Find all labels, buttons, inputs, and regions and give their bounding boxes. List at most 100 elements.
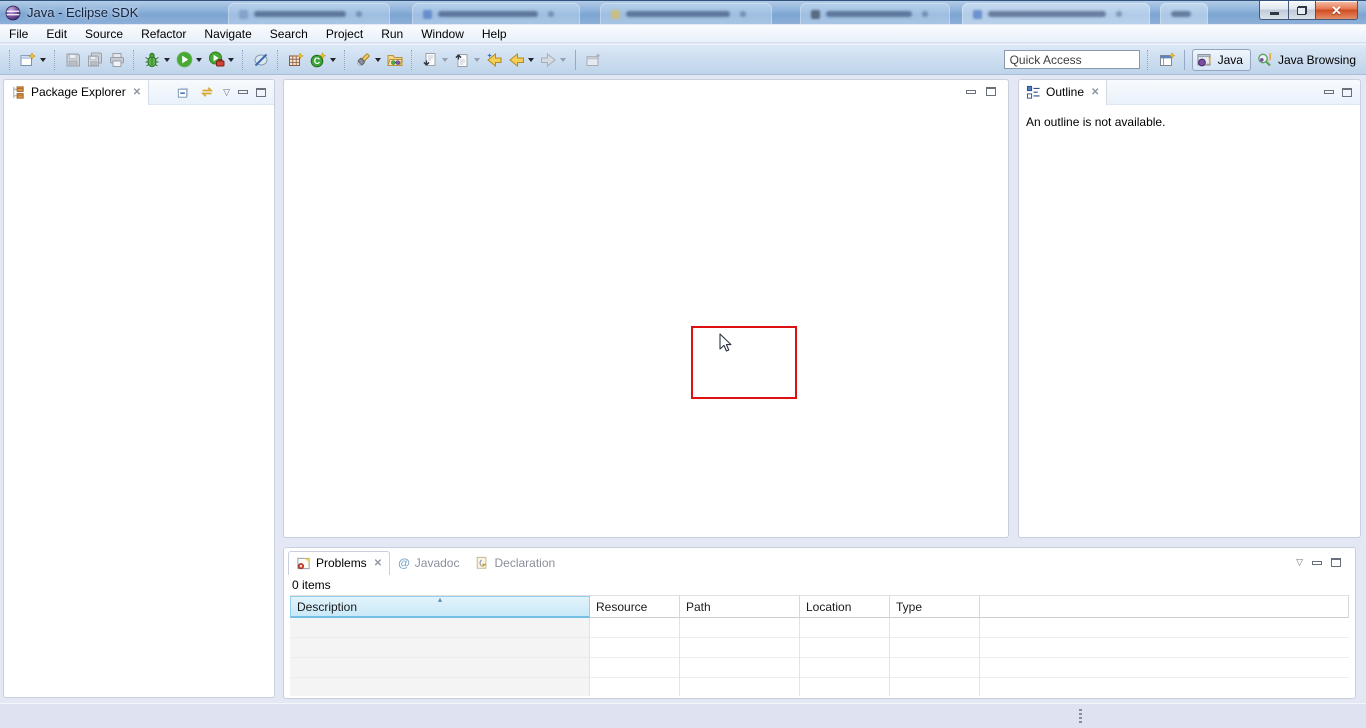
maximize-view-button[interactable] <box>256 88 266 97</box>
quick-access-input[interactable] <box>1004 50 1140 69</box>
forward-button[interactable] <box>537 49 559 71</box>
maximize-icon <box>256 88 266 97</box>
external-tools-button[interactable] <box>205 49 227 71</box>
collapse-all-button[interactable] <box>176 85 191 100</box>
previous-annotation-button[interactable] <box>451 49 473 71</box>
window-title: Java - Eclipse SDK <box>27 5 138 20</box>
perspective-java-button[interactable]: J Java <box>1192 49 1251 71</box>
next-annotation-dropdown[interactable] <box>442 58 448 62</box>
tab-problems[interactable]: Problems ✕ <box>288 551 390 575</box>
run-button[interactable] <box>173 49 195 71</box>
next-annotation-icon <box>422 52 438 68</box>
open-perspective-button[interactable] <box>1157 49 1179 71</box>
column-header-description[interactable]: ▴ Description <box>290 596 590 618</box>
next-annotation-button[interactable] <box>419 49 441 71</box>
menu-window[interactable]: Window <box>412 25 473 43</box>
external-tools-dropdown[interactable] <box>228 58 234 62</box>
restore-window-button[interactable] <box>1288 1 1316 20</box>
search-button[interactable] <box>352 49 374 71</box>
open-resource-button[interactable] <box>384 49 406 71</box>
close-window-button[interactable]: ✕ <box>1316 1 1358 20</box>
print-button[interactable] <box>106 49 128 71</box>
back-dropdown[interactable] <box>528 58 534 62</box>
close-problems-icon[interactable]: ✕ <box>374 558 382 569</box>
menu-navigate[interactable]: Navigate <box>195 25 260 43</box>
new-java-class-dropdown[interactable] <box>330 58 336 62</box>
pin-editor-button[interactable] <box>582 49 604 71</box>
toolbar-grip <box>9 50 12 70</box>
new-java-project-button[interactable] <box>285 49 307 71</box>
toolbar-grip <box>1147 50 1150 70</box>
tab-declaration[interactable]: Declaration <box>467 551 563 575</box>
minimize-icon <box>1312 561 1322 565</box>
search-dropdown[interactable] <box>375 58 381 62</box>
new-wizard-dropdown[interactable] <box>40 58 46 62</box>
red-outlined-rectangle <box>691 326 797 399</box>
package-explorer-toolbar: ▽ <box>176 85 274 100</box>
menu-edit[interactable]: Edit <box>37 25 76 43</box>
debug-icon <box>144 52 160 68</box>
minimize-icon <box>238 90 248 94</box>
debug-button[interactable] <box>141 49 163 71</box>
open-perspective-icon <box>1159 52 1176 68</box>
minimize-view-button[interactable] <box>238 90 248 94</box>
column-header-type[interactable]: Type <box>890 596 980 618</box>
package-explorer-body[interactable] <box>4 105 274 697</box>
menu-run[interactable]: Run <box>372 25 412 43</box>
editor-area[interactable] <box>283 79 1009 538</box>
tab-outline[interactable]: Outline ✕ <box>1019 80 1107 105</box>
problems-table-header: ▴ Description Resource Path Location Typ… <box>290 596 1349 618</box>
menu-project[interactable]: Project <box>317 25 372 43</box>
outline-tab-label: Outline <box>1046 85 1084 99</box>
problems-tab-label: Problems <box>316 556 367 570</box>
minimize-view-button[interactable] <box>1312 561 1322 565</box>
problems-empty-row[interactable] <box>290 678 1349 696</box>
link-with-editor-icon <box>199 85 215 99</box>
maximize-editor-button[interactable] <box>986 87 996 96</box>
column-header-path[interactable]: Path <box>680 596 800 618</box>
forward-dropdown[interactable] <box>560 58 566 62</box>
declaration-icon <box>475 556 489 570</box>
column-header-resource[interactable]: Resource <box>590 596 680 618</box>
minimize-icon <box>1324 90 1334 94</box>
menu-source[interactable]: Source <box>76 25 132 43</box>
close-outline-icon[interactable]: ✕ <box>1091 87 1099 98</box>
new-wizard-button[interactable] <box>17 49 39 71</box>
save-button[interactable] <box>62 49 84 71</box>
maximize-view-button[interactable] <box>1331 558 1341 567</box>
problems-empty-row[interactable] <box>290 638 1349 658</box>
problems-empty-row[interactable] <box>290 658 1349 678</box>
last-edit-location-icon <box>486 52 503 68</box>
menu-file[interactable]: File <box>0 25 37 43</box>
external-tools-icon <box>208 51 225 68</box>
minimize-editor-button[interactable] <box>966 90 976 94</box>
menu-refactor[interactable]: Refactor <box>132 25 195 43</box>
previous-annotation-dropdown[interactable] <box>474 58 480 62</box>
tab-package-explorer[interactable]: Package Explorer ✕ <box>4 80 149 105</box>
close-package-explorer-icon[interactable]: ✕ <box>133 87 141 98</box>
maximize-view-button[interactable] <box>1342 88 1352 97</box>
debug-dropdown[interactable] <box>164 58 170 62</box>
minimize-window-button[interactable] <box>1259 1 1288 20</box>
new-java-class-button[interactable]: C <box>307 49 329 71</box>
skip-all-breakpoints-button[interactable] <box>250 49 272 71</box>
last-edit-location-button[interactable] <box>483 49 505 71</box>
menu-help[interactable]: Help <box>473 25 516 43</box>
menu-search[interactable]: Search <box>261 25 317 43</box>
java-perspective-icon: J <box>1197 52 1214 68</box>
link-with-editor-button[interactable] <box>199 85 215 99</box>
minimize-view-button[interactable] <box>1324 90 1334 94</box>
status-bar-grip[interactable] <box>1079 709 1082 725</box>
save-all-button[interactable] <box>84 49 106 71</box>
perspective-java-browsing-button[interactable]: J Java Browsing <box>1253 49 1362 71</box>
toolbar-separator <box>1184 50 1185 70</box>
column-header-location[interactable]: Location <box>800 596 890 618</box>
tab-javadoc[interactable]: @ Javadoc <box>390 551 467 575</box>
view-menu-icon[interactable]: ▽ <box>223 88 230 97</box>
problems-empty-row[interactable] <box>290 618 1349 638</box>
view-menu-icon[interactable]: ▽ <box>1296 558 1303 567</box>
run-dropdown[interactable] <box>196 58 202 62</box>
previous-annotation-icon <box>454 52 470 68</box>
back-button[interactable] <box>505 49 527 71</box>
maximize-icon <box>986 87 996 96</box>
